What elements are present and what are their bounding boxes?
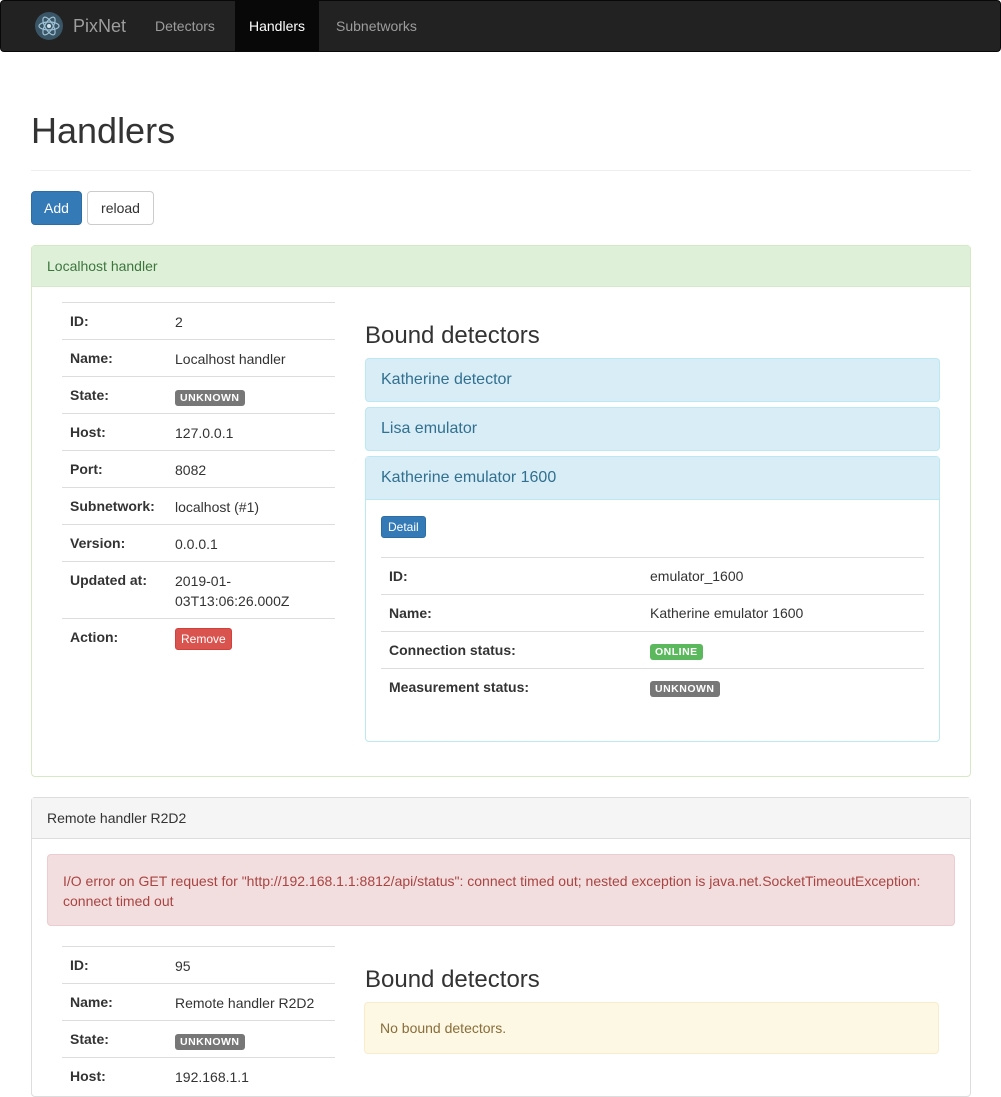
det-label: Name: bbox=[389, 605, 432, 621]
detector-panel-katherine-detector[interactable]: Katherine detector bbox=[365, 358, 940, 402]
info-label: Host: bbox=[70, 1068, 106, 1084]
info-label: Action: bbox=[70, 629, 119, 645]
brand[interactable]: PixNet bbox=[34, 11, 126, 41]
info-label: ID: bbox=[70, 957, 89, 973]
info-row-state: State: UNKNOWN bbox=[62, 1020, 335, 1057]
brand-name: PixNet bbox=[73, 15, 127, 36]
nav-handlers[interactable]: Handlers bbox=[235, 1, 320, 51]
det-row-id: ID: emulator_1600 bbox=[381, 557, 924, 594]
info-value: 0.0.0.1 bbox=[175, 536, 218, 552]
handler-info-table: ID: 2 Name: Localhost handler State: UNK… bbox=[62, 302, 335, 655]
info-row-host: Host: 192.168.1.1 bbox=[62, 1057, 335, 1094]
nav-detectors[interactable]: Detectors bbox=[141, 1, 229, 51]
handler-title: Localhost handler bbox=[32, 246, 970, 287]
state-badge: UNKNOWN bbox=[175, 1034, 245, 1050]
bound-detectors-title: Bound detectors bbox=[365, 966, 540, 993]
det-value: Katherine emulator 1600 bbox=[650, 605, 804, 621]
detector-name: Lisa emulator bbox=[381, 420, 478, 437]
remove-button[interactable]: Remove bbox=[175, 628, 232, 650]
info-label: Port: bbox=[70, 461, 103, 477]
info-label: Subnetwork: bbox=[70, 498, 155, 514]
atom-logo-icon bbox=[35, 12, 63, 40]
state-badge: UNKNOWN bbox=[175, 390, 245, 406]
info-value: 8082 bbox=[175, 462, 207, 478]
navbar: PixNet Detectors Handlers Subnetworks bbox=[0, 0, 1001, 52]
det-row-connection: Connection status: ONLINE bbox=[381, 631, 924, 668]
info-label: Version: bbox=[70, 535, 126, 551]
info-row-action: Action: Remove bbox=[62, 618, 335, 655]
add-button[interactable]: Add bbox=[31, 191, 82, 225]
info-value: 2 bbox=[175, 314, 183, 330]
detector-info-table: ID: emulator_1600 Name: Katherine emulat… bbox=[381, 557, 924, 705]
info-label: Host: bbox=[70, 424, 106, 440]
connection-status-badge: ONLINE bbox=[650, 644, 703, 660]
info-row-name: Name: Localhost handler bbox=[62, 339, 335, 376]
info-label: Name: bbox=[70, 350, 113, 366]
info-row-host: Host: 127.0.0.1 bbox=[62, 413, 335, 450]
info-label: Name: bbox=[70, 994, 113, 1010]
info-label: ID: bbox=[70, 313, 89, 329]
detector-panel-katherine-emulator: Katherine emulator 1600 Detail ID: emula… bbox=[365, 456, 940, 742]
info-label: State: bbox=[70, 387, 109, 403]
info-row-port: Port: 8082 bbox=[62, 450, 335, 487]
det-label: Measurement status: bbox=[389, 679, 530, 695]
info-row-version: Version: 0.0.0.1 bbox=[62, 524, 335, 561]
no-detectors-alert: No bound detectors. bbox=[364, 1002, 939, 1054]
title-divider bbox=[31, 170, 971, 171]
det-value: UNKNOWN bbox=[650, 679, 720, 697]
info-label: State: bbox=[70, 1031, 109, 1047]
nav-subnetworks[interactable]: Subnetworks bbox=[322, 1, 431, 51]
detector-panel-lisa-emulator[interactable]: Lisa emulator bbox=[365, 407, 940, 451]
info-row-name: Name: Remote handler R2D2 bbox=[62, 983, 335, 1020]
page-title: Handlers bbox=[31, 110, 176, 151]
handler-panel-localhost: Localhost handler ID: 2 Name: Localhost … bbox=[31, 245, 971, 777]
info-value: 127.0.0.1 bbox=[175, 425, 234, 441]
detector-panel-header[interactable]: Katherine emulator 1600 bbox=[366, 457, 939, 500]
handler-title: Remote handler R2D2 bbox=[32, 798, 970, 839]
det-row-measurement: Measurement status: UNKNOWN bbox=[381, 668, 924, 705]
info-row-subnetwork: Subnetwork: localhost (#1) bbox=[62, 487, 335, 524]
bound-detectors-title: Bound detectors bbox=[365, 322, 540, 349]
info-row-id: ID: 2 bbox=[62, 302, 335, 339]
handler-info-table: ID: 95 Name: Remote handler R2D2 State: … bbox=[62, 946, 335, 1094]
det-value: ONLINE bbox=[650, 642, 703, 660]
detail-button[interactable]: Detail bbox=[381, 516, 426, 538]
info-value: Localhost handler bbox=[175, 351, 286, 367]
info-value: localhost (#1) bbox=[175, 499, 260, 515]
det-row-name: Name: Katherine emulator 1600 bbox=[381, 594, 924, 631]
det-label: ID: bbox=[389, 568, 408, 584]
detector-name: Katherine detector bbox=[381, 371, 512, 388]
detector-name: Katherine emulator 1600 bbox=[381, 469, 557, 486]
info-value: 95 bbox=[175, 958, 191, 974]
measurement-status-badge: UNKNOWN bbox=[650, 681, 720, 697]
info-value: Remote handler R2D2 bbox=[175, 995, 315, 1011]
info-value: 192.168.1.1 bbox=[175, 1069, 249, 1085]
info-row-id: ID: 95 bbox=[62, 946, 335, 983]
det-label: Connection status: bbox=[389, 642, 516, 658]
error-alert: I/O error on GET request for "http://192… bbox=[47, 854, 955, 926]
info-label: Updated at: bbox=[70, 572, 147, 588]
info-value: Remove bbox=[175, 628, 330, 650]
info-row-state: State: UNKNOWN bbox=[62, 376, 335, 413]
reload-button[interactable]: reload bbox=[87, 191, 154, 225]
info-value: UNKNOWN bbox=[175, 386, 330, 406]
info-value: UNKNOWN bbox=[175, 1030, 330, 1050]
det-value: emulator_1600 bbox=[650, 568, 744, 584]
detail-wrap: Detail bbox=[381, 516, 426, 538]
info-row-updated: Updated at: 2019-01-03T13:06:26.000Z bbox=[62, 561, 335, 618]
info-value: 2019-01-03T13:06:26.000Z bbox=[175, 573, 290, 609]
handler-panel-remote-r2d2: Remote handler R2D2 I/O error on GET req… bbox=[31, 797, 971, 1097]
